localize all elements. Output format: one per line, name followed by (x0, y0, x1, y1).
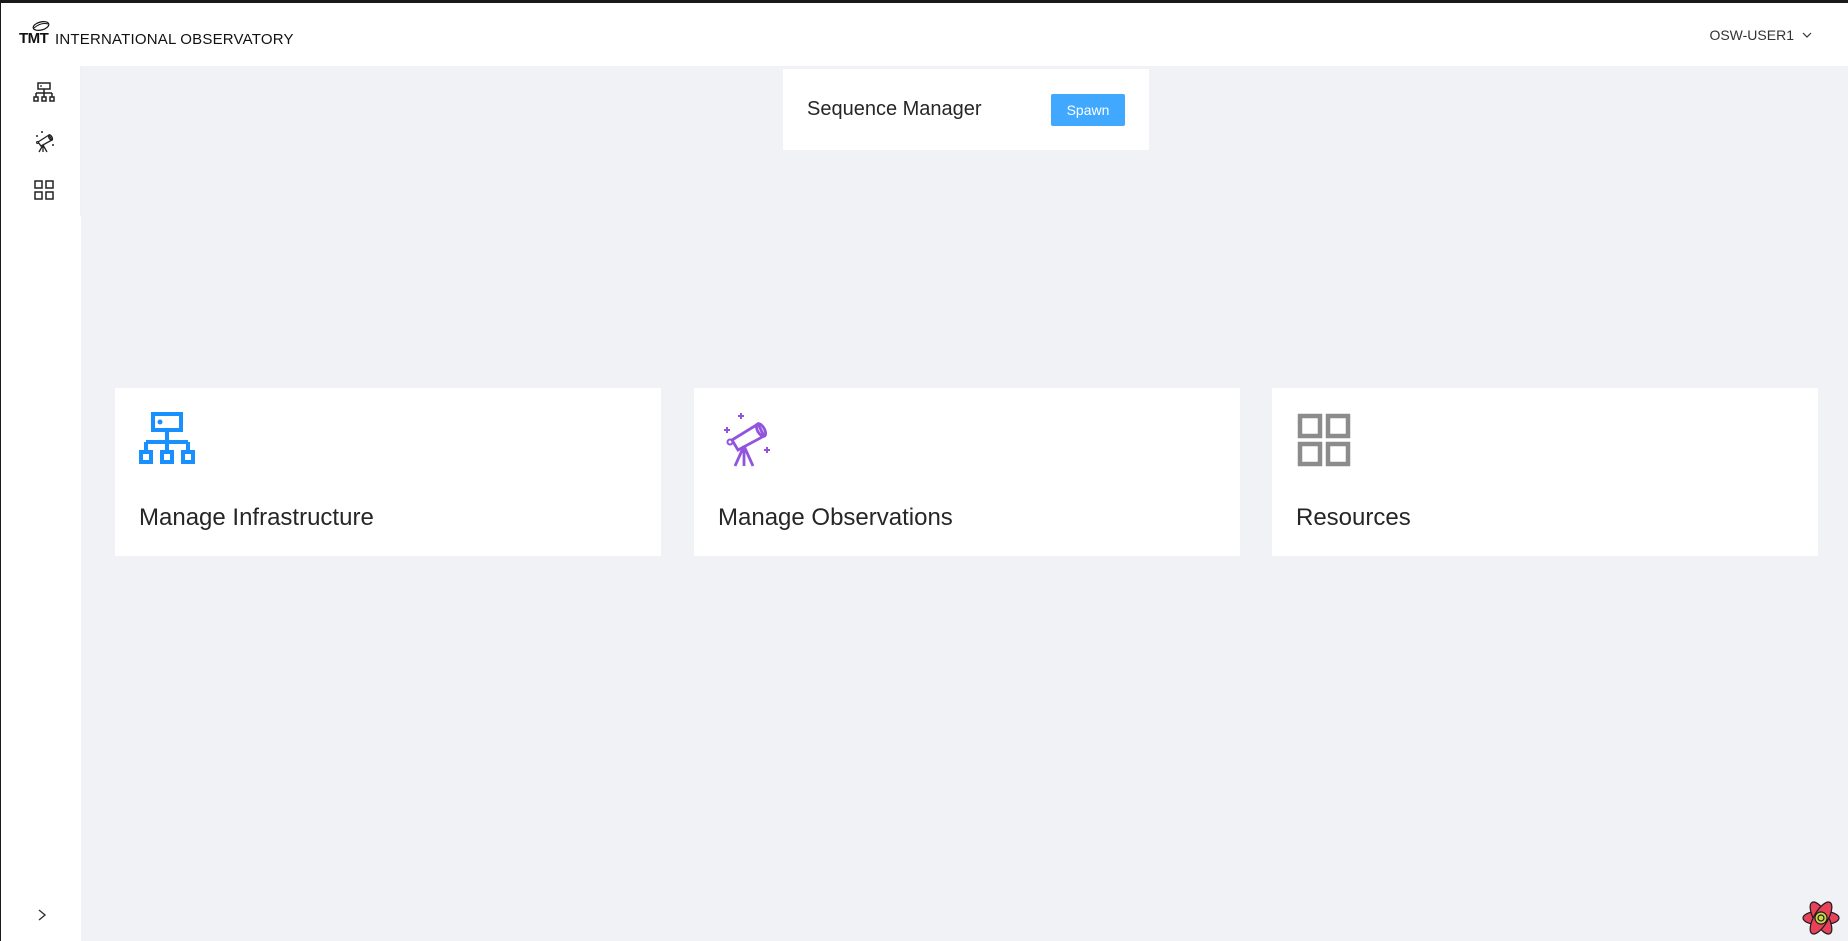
sidebar-item-infrastructure[interactable] (31, 80, 57, 106)
grid-icon (34, 180, 54, 200)
sidebar-item-observations[interactable] (31, 129, 57, 155)
tmt-logo: TMT (19, 20, 53, 50)
manage-observations-card[interactable]: Manage Observations (694, 388, 1240, 556)
header: TMT INTERNATIONAL OBSERVATORY OSW-USER1 (1, 3, 1848, 66)
sidebar (1, 66, 81, 941)
telescope-icon (36, 131, 54, 153)
react-logo-icon (1802, 901, 1840, 935)
telescope-icon (724, 413, 770, 467)
react-devtools-button[interactable] (1801, 898, 1841, 938)
network-icon (33, 82, 55, 102)
sidebar-item-resources[interactable] (31, 177, 57, 203)
brand[interactable]: TMT INTERNATIONAL OBSERVATORY (19, 20, 294, 50)
network-icon (139, 412, 195, 464)
card-icon (718, 412, 774, 468)
brand-name: INTERNATIONAL OBSERVATORY (55, 31, 294, 48)
card-title: Manage Infrastructure (139, 504, 374, 531)
user-name: OSW-USER1 (1709, 26, 1794, 43)
sidebar-collapse-button[interactable] (35, 908, 49, 922)
sequence-manager-title: Sequence Manager (807, 98, 982, 120)
card-title: Manage Observations (718, 504, 953, 531)
chevron-down-icon (1802, 32, 1812, 38)
card-title: Resources (1296, 504, 1411, 531)
manage-infrastructure-card[interactable]: Manage Infrastructure (115, 388, 661, 556)
card-icon (139, 412, 195, 468)
card-icon (1296, 412, 1352, 468)
resources-card[interactable]: Resources (1272, 388, 1818, 556)
sequence-manager-card: Sequence Manager Spawn (783, 69, 1149, 150)
grid-icon (1297, 413, 1351, 467)
chevron-right-icon (38, 909, 47, 921)
app-root: TMT INTERNATIONAL OBSERVATORY OSW-USER1 (0, 0, 1848, 941)
spawn-button[interactable]: Spawn (1051, 93, 1125, 126)
sidebar-divider (80, 66, 81, 216)
user-menu[interactable]: OSW-USER1 (1709, 27, 1812, 43)
logo-text: TMT (19, 29, 49, 47)
